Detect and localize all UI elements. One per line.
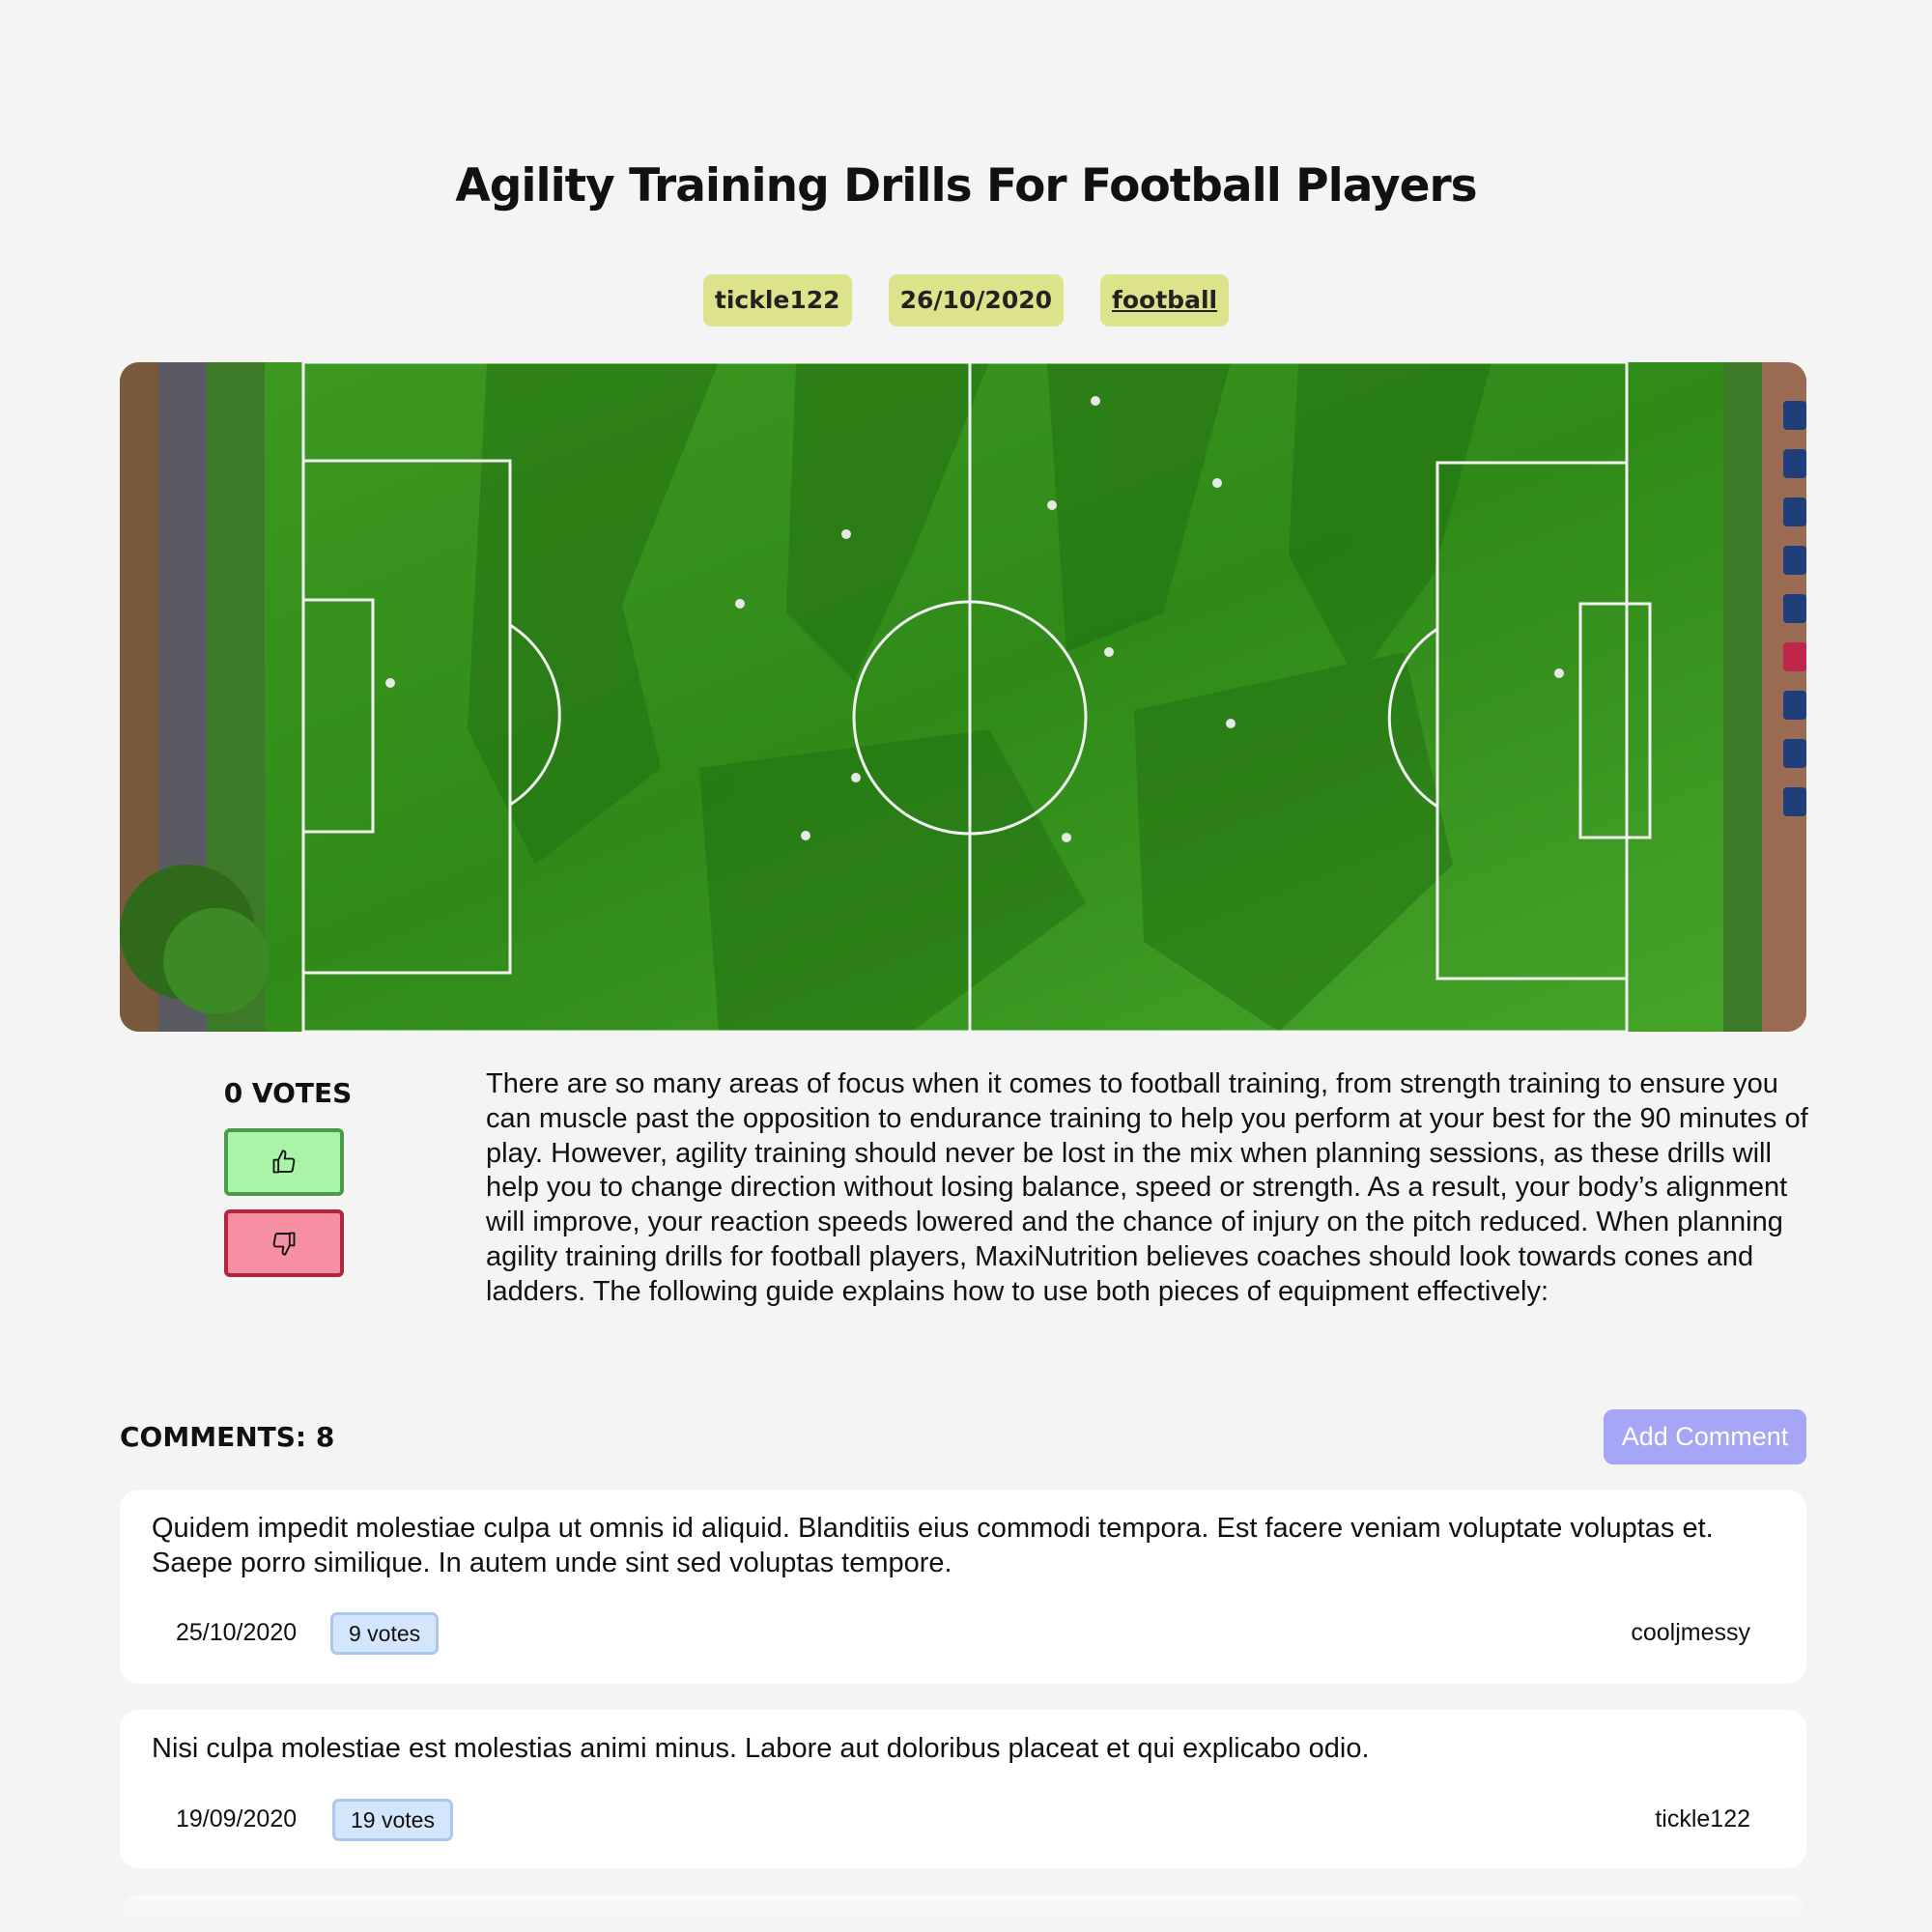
article-page: Agility Training Drills For Football Pla…: [0, 0, 1932, 1932]
comment-author: cooljmessy: [1631, 1619, 1750, 1646]
comment-card: Quidem impedit molestiae culpa ut omnis …: [120, 1490, 1806, 1684]
comment-text: Quidem impedit molestiae culpa ut omnis …: [152, 1513, 1714, 1578]
hero-image: [120, 362, 1806, 1032]
vote-panel: 0 VOTES: [193, 1072, 377, 1277]
comment-text: Nisi culpa molestiae est molestias animi…: [152, 1733, 1370, 1764]
comment-date: 25/10/2020: [176, 1619, 298, 1646]
article-meta: tickle122 26/10/2020 football: [0, 274, 1932, 327]
comment-votes-badge: 19 votes: [332, 1799, 453, 1841]
comments-count: COMMENTS: 8: [120, 1421, 335, 1453]
vote-count: 0 VOTES: [223, 1077, 353, 1109]
thumbs-up-icon: [272, 1150, 296, 1174]
date-chip: 26/10/2020: [888, 274, 1064, 327]
comment-date: 19/09/2020: [176, 1805, 298, 1833]
downvote-button[interactable]: [224, 1209, 344, 1277]
article-body: There are so many areas of focus when it…: [486, 1068, 1808, 1307]
thumbs-down-icon: [272, 1232, 296, 1256]
article-title: Agility Training Drills For Football Pla…: [455, 159, 1477, 213]
add-comment-button[interactable]: Add Comment: [1604, 1409, 1806, 1464]
topic-link[interactable]: football: [1100, 274, 1230, 327]
upvote-button[interactable]: [224, 1128, 344, 1196]
comment-votes-badge: 9 votes: [330, 1612, 440, 1655]
comment-card: Nisi culpa molestiae est molestias animi…: [120, 1710, 1806, 1868]
football-pitch-photo: [120, 362, 1806, 1032]
author-chip: tickle122: [702, 274, 852, 327]
comment-author: tickle122: [1655, 1805, 1750, 1833]
scroll-fade: [0, 1874, 1932, 1932]
